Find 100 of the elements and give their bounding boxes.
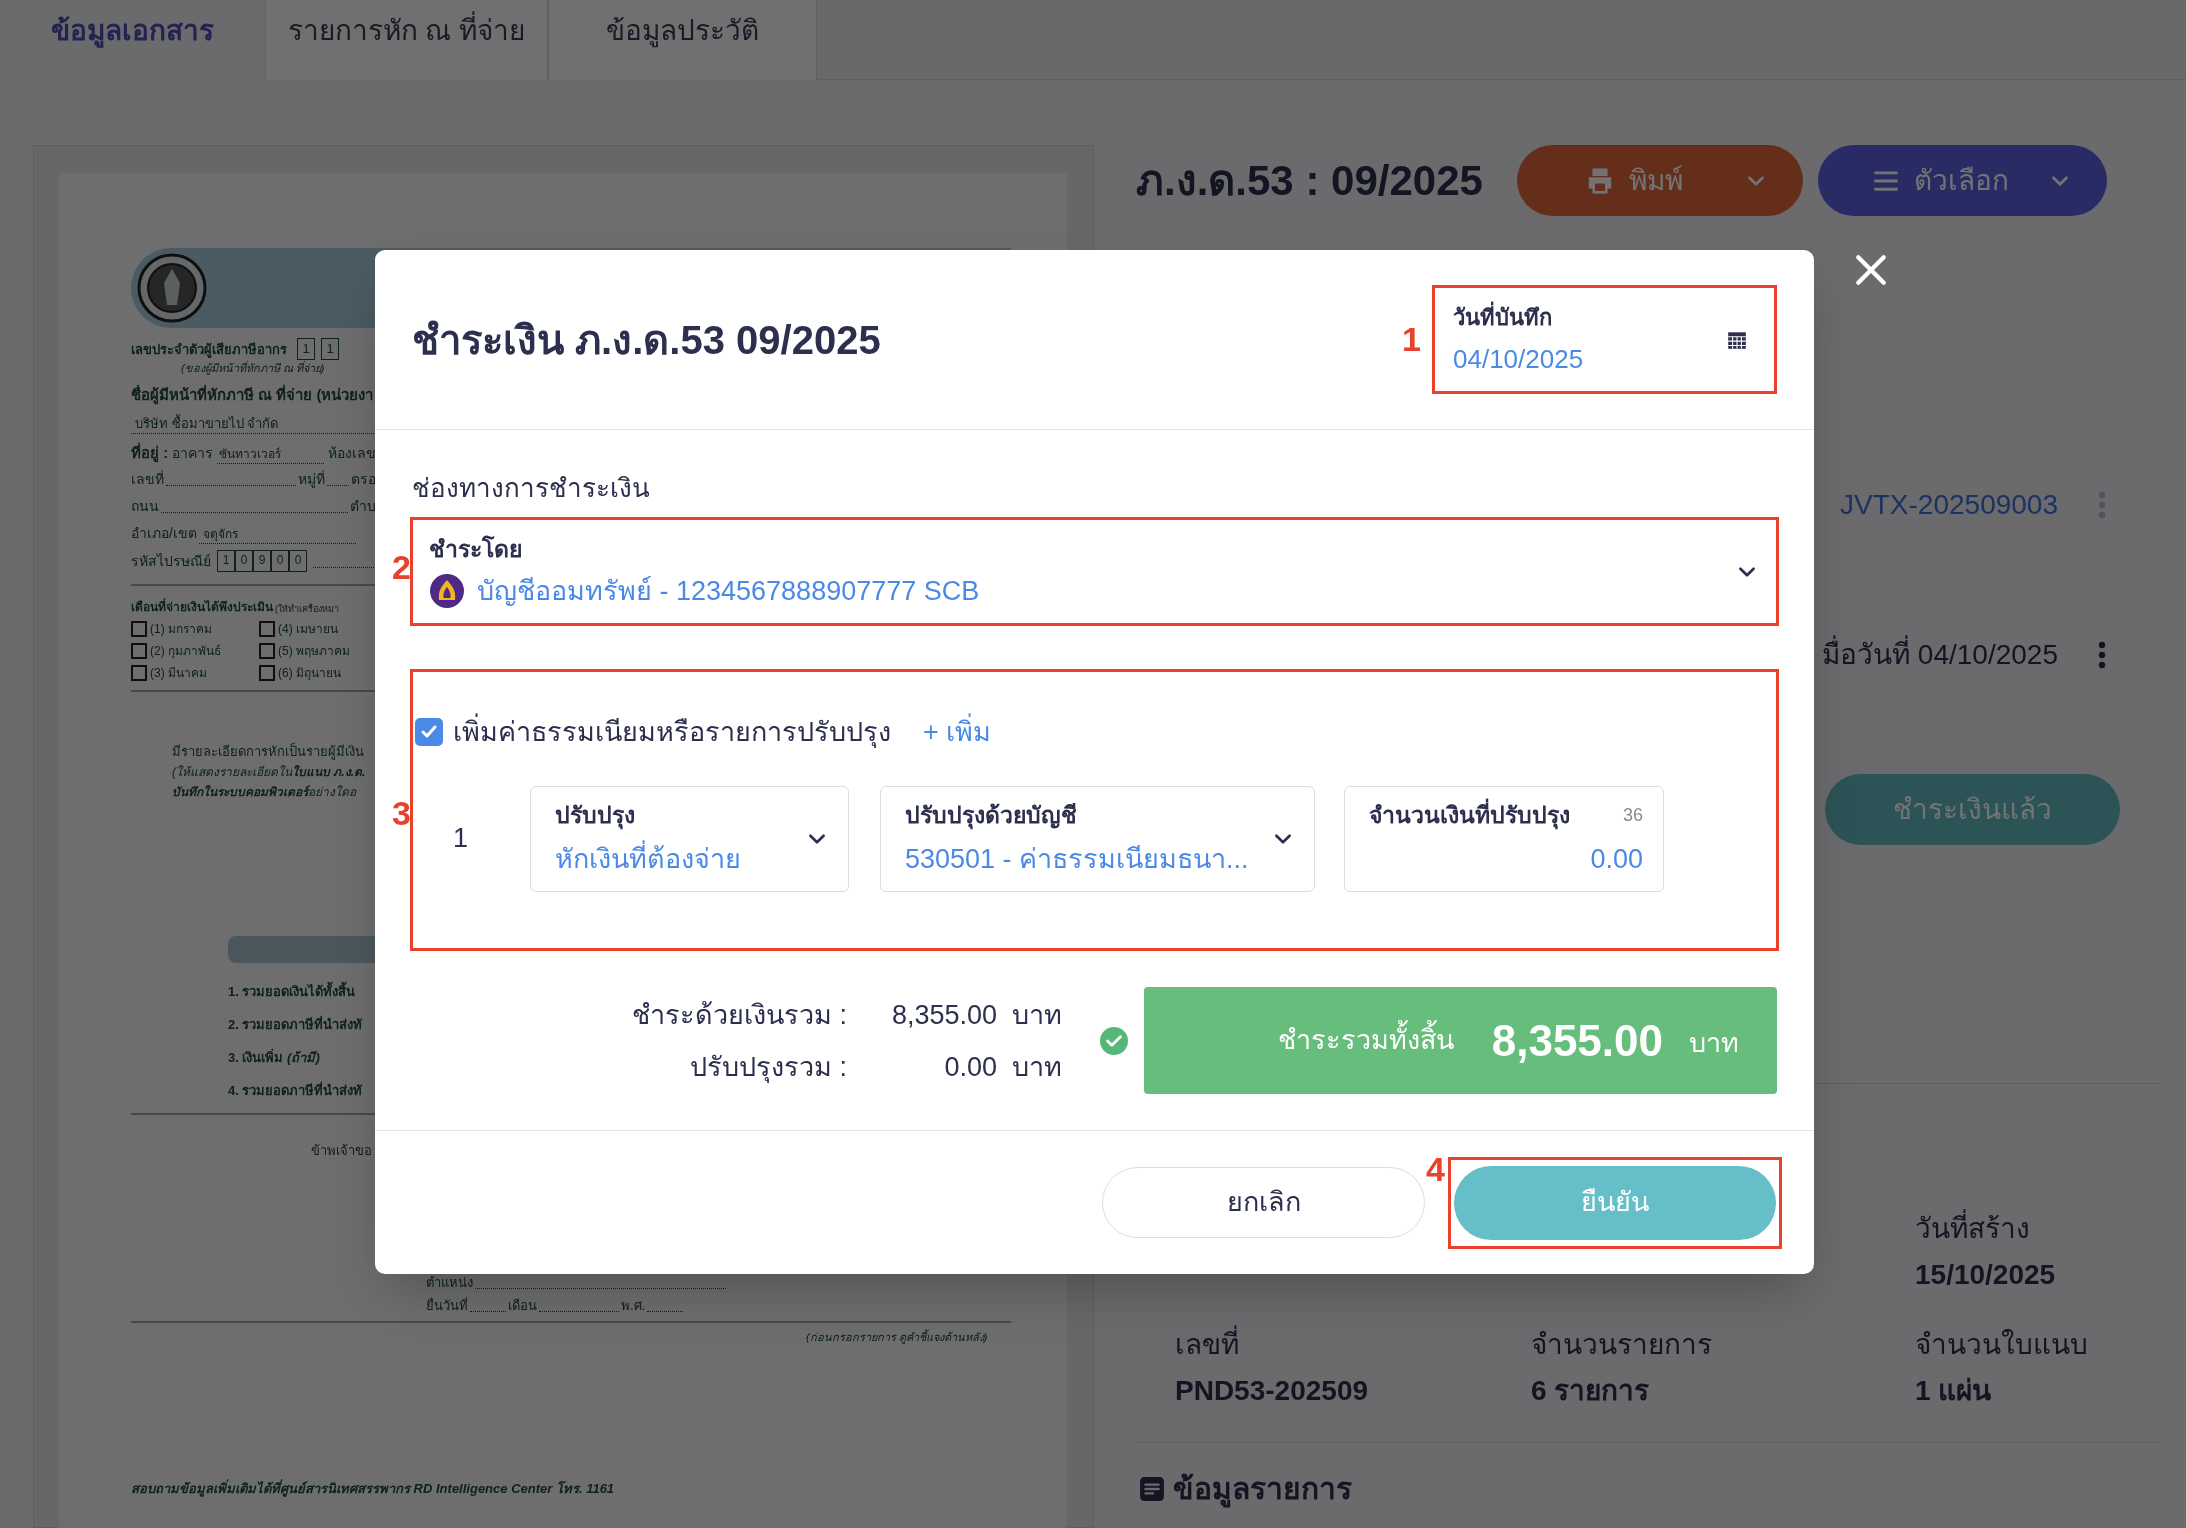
form-footer: สอบถามข้อมูลเพิ่มเติมได้ที่ศูนย์สารนิเทศสรรพากร RD Intelligence Center โทร. 1161 [131,1479,615,1499]
form-note: (ก่อนกรอกรายการ ดูคำชี้แจงด้านหลัง) [806,1328,988,1345]
field-label: ชำระโดย [429,534,523,564]
summary-amount: 8,355.00 [890,998,997,1032]
document-link[interactable]: JVTX-202509003 [1840,484,2058,526]
print-button[interactable]: พิมพ์ [1517,145,1803,216]
paid-button[interactable]: ชำระเงินแล้ว [1825,774,2120,845]
checkbox-label: (4) เมษายน [278,621,338,638]
total-amount: 8,355.00 [1491,1014,1663,1067]
detail-value: 15/10/2025 [1915,1258,2057,1292]
tab[interactable]: รายการหัก ณ ที่จ่าย [265,0,548,80]
form-label: อาคาร [172,444,214,463]
detail-label: จำนวนใบแนบ [1915,1328,2089,1362]
form-label: ถนน [131,497,159,516]
form-label: ชื่อผู้มีหน้าที่หักภาษี ณ ที่จ่าย (หน่วยงา [131,383,374,406]
form-value: ซันทาวเวอร์ [217,445,324,464]
annotation-number: 3 [392,796,411,830]
options-button[interactable]: ตัวเลือก [1818,145,2107,216]
summary-unit: บาท [1012,1050,1062,1084]
field-label: ปรับปรุงด้วยบัญชี [905,801,1077,832]
pay-by-select[interactable]: ชำระโดย บัญชีออมทรัพย์ - 1234567888907777 SCB [413,532,1776,611]
confirm-button[interactable]: ยืนยัน [1454,1165,1776,1240]
form-label: ตำแหน่ง [426,1274,473,1292]
form-label: เดือนที่จ่ายเงินได้พึงประเมิน [131,598,273,616]
checkbox-label: (2) กุมภาพันธ์ [150,643,221,660]
digit-box: 1 [217,550,235,572]
detail-label: จำนวนรายการ [1531,1328,1713,1362]
field-value: 530501 - ค่าธรรมเนียมธนา... [905,842,1250,876]
summary-label: ปรับปรุงรวม : [690,1050,847,1085]
check-circle-icon [1100,1026,1128,1055]
summary-amount: 0.00 [943,1050,997,1084]
form-label: อำเภอ/เขต [131,524,197,543]
add-link[interactable]: + เพิ่ม [923,712,992,753]
close-icon[interactable] [1854,253,1888,287]
detail-value: 1 แผ่น [1915,1374,1993,1408]
form-label: พ.ศ. [621,1297,646,1315]
form-label: ห้องเลข [328,444,376,463]
detail-label: เลขที่ [1175,1326,1531,1364]
seal-icon [137,253,207,323]
field-label: วันที่บันทึก [1453,300,1726,334]
page-title: ภ.ง.ด.53 : 09/2025 [1136,156,1484,206]
detail-value: 6 รายการ [1531,1374,1651,1408]
entry-text: มื่อวันที่ 04/10/2025 [1822,634,2058,676]
form-text: บันทึกในระบบคอมพิวเตอร์อย่างใดอ [172,784,356,801]
digit-box: 0 [289,550,307,572]
more-icon [2098,491,2106,519]
form-note: (ของผู้มีหน้าที่หักภาษี ณ ที่จ่าย) [181,359,325,376]
input-field[interactable]: จำนวนเงินที่ปรับปรุง 36 0.00 [1344,785,1664,892]
annotation-number: 2 [392,550,411,584]
digit-box: 0 [271,550,289,572]
bank-icon [429,572,465,609]
digit-box: 0 [235,550,253,572]
detail-label: วันที่สร้าง [1915,1210,2160,1248]
cancel-button[interactable]: ยกเลิก [1102,1167,1425,1238]
field-value: บัญชีออมทรัพย์ - 1234567888907777 SCB [477,574,980,608]
date-field[interactable]: วันที่บันทึก 04/10/2025 [1453,300,1748,379]
form-text: 1. รวมยอดเงินได้ทั้งสิ้น [228,981,356,1002]
row-number: 1 [452,822,470,856]
form-text: มีรายละเอียดการหักเป็นรายผู้มีเงิน [172,742,364,762]
input-field[interactable]: ปรับปรุง หักเงินที่ต้องจ่าย [530,785,849,892]
summary-unit: บาท [1012,998,1062,1032]
field-value: หักเงินที่ต้องจ่าย [555,838,806,879]
field-value: 04/10/2025 [1453,342,1585,376]
form-text: ข้าพเจ้าขอ [311,1142,372,1160]
form-label: รหัสไปรษณีย์ [131,552,211,571]
form-label: ยื่นวันที่ [426,1296,468,1315]
annotation-number: 1 [1402,322,1421,356]
checkbox-label: (1) มกราคม [150,621,212,638]
form-label: เลขประจำตัวผู้เสียภาษีอากร [131,341,287,360]
character-counter: 36 [1622,803,1643,827]
total-label: ชำระรวมทั้งสิ้น [1277,1020,1454,1061]
checkbox-label: (6) มิถุนายน [278,665,341,682]
form-label: เดือน [508,1297,537,1315]
field-label: ปรับปรุง [555,801,635,832]
field-label: จำนวนเงินที่ปรับปรุง [1369,798,1570,833]
detail-value: PND53-202509 [1175,1374,1370,1408]
form-text: 3. เงินเพิ่ม (ถ้ามี) [228,1047,320,1067]
form-label: ตรอ [351,470,376,489]
digit-box: 9 [253,550,271,572]
form-value: บริษัท ซื้อมาขายไป จำกัด [135,413,279,433]
form-label: ตำบ [350,497,376,516]
field-value: 0.00 [1589,842,1643,876]
annotation-number: 4 [1426,1151,1445,1186]
section-title: ข้อมูลรายการ [1173,1469,1352,1509]
total-unit: บาท [1689,1027,1739,1061]
digit-box: 1 [321,338,339,360]
checkbox[interactable] [415,718,443,747]
checkbox-label: (3) มีนาคม [150,665,207,682]
tab[interactable]: ข้อมูลประวัติ [548,0,817,80]
form-text: 4. รวมยอดภาษีที่นำส่งทั [228,1080,363,1100]
input-field[interactable]: ปรับปรุงด้วยบัญชี 530501 - ค่าธรรมเนียมธนา... [880,785,1315,892]
form-text: 2. รวมยอดภาษีที่นำส่งทั [228,1014,363,1034]
checkbox-label: (5) พฤษภาคม [278,643,350,660]
list-icon [1139,1476,1165,1502]
form-note: (ให้ทำเครื่องหมา [275,602,339,616]
form-label: หมู่ที่ [298,469,325,490]
form-label: ที่อยู่ : [131,441,169,464]
form-text: (ให้แสดงรายละเอียดในใบแนบ ภ.ง.ด. [172,764,366,781]
more-icon [2098,641,2106,669]
summary-label: ชำระด้วยเงินรวม : [632,998,847,1032]
